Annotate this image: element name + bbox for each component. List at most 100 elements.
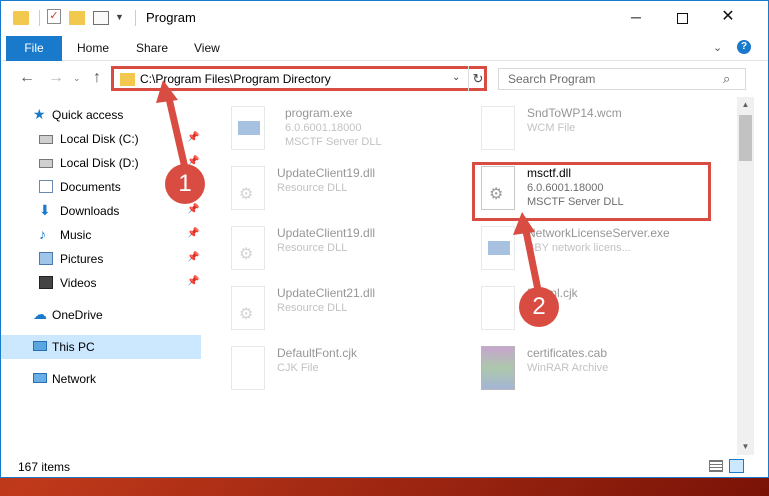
file-name: NetworkLicenseServer.exe — [527, 226, 670, 240]
file-name: SndToWP14.wcm — [527, 106, 622, 120]
sidebar-item-onedrive[interactable]: ☁ OneDrive — [1, 303, 201, 327]
gear-icon: ⚙ — [239, 186, 254, 203]
sidebar-item-this-pc[interactable]: This PC — [1, 335, 201, 359]
star-icon: ★ — [33, 106, 46, 122]
file-detail: Resource DLL — [277, 182, 348, 194]
file-name: UpdateClient19.dll — [277, 166, 376, 180]
refresh-button[interactable]: ↻ — [468, 66, 487, 91]
close-button[interactable]: ✕ — [705, 1, 751, 33]
file-detail: WinRAR Archive — [527, 362, 609, 374]
recent-locations-button[interactable]: ⌄ — [73, 73, 81, 84]
sidebar-item-label: OneDrive — [52, 308, 103, 322]
properties-check-icon[interactable]: ✓ — [47, 9, 61, 24]
sidebar-item-videos[interactable]: Videos 📌 — [1, 271, 201, 295]
sidebar-item-label: Downloads — [60, 204, 120, 218]
tab-share[interactable]: Share — [136, 36, 168, 61]
sidebar-item-label: Quick access — [52, 108, 124, 122]
network-icon — [33, 373, 47, 383]
step-callout-2: 2 — [519, 287, 559, 327]
navigation-pane: ★ Quick access Local Disk (C:) 📌 Local D… — [1, 97, 204, 455]
address-dropdown-button[interactable]: ⌄ — [452, 72, 460, 83]
pin-icon[interactable]: 📌 — [187, 204, 199, 215]
highlight-box — [472, 162, 711, 221]
sidebar-item-label: Pictures — [60, 252, 104, 266]
scroll-down-button[interactable]: ▼ — [737, 439, 754, 455]
disk-icon — [39, 135, 53, 144]
gear-icon: ⚙ — [239, 306, 254, 323]
exe-icon — [481, 226, 515, 270]
file-item[interactable]: NetworkLicenseServer.exe BBY network lic… — [481, 226, 721, 278]
file-name: UpdateClient19.dll — [277, 226, 376, 240]
downloads-icon: ⬇ — [39, 202, 51, 218]
scrollbar-thumb[interactable] — [739, 115, 752, 161]
dll-icon: ⚙ — [231, 166, 265, 210]
documents-icon — [39, 180, 53, 193]
maximize-icon — [676, 12, 688, 24]
pin-icon[interactable]: 📌 — [187, 252, 199, 263]
sidebar-item-quick-access[interactable]: ★ Quick access — [1, 103, 201, 127]
sidebar-item-downloads[interactable]: ⬇ Downloads 📌 — [1, 199, 201, 223]
address-bar[interactable]: C:\Program Files\Program Directory ⌄ ↻ — [111, 66, 487, 91]
sidebar-item-label: Documents — [60, 180, 121, 194]
navigation-bar: ← → ⌄ ↑ C:\Program Files\Program Directo… — [1, 61, 768, 97]
new-folder-icon[interactable] — [69, 11, 85, 25]
sidebar-item-pictures[interactable]: Pictures 📌 — [1, 247, 201, 271]
file-item[interactable]: fontml.cjk — [481, 286, 721, 338]
sidebar-item-local-disk-c[interactable]: Local Disk (C:) 📌 — [1, 127, 201, 151]
file-item[interactable]: ⚙ UpdateClient19.dll Resource DLL — [231, 226, 471, 278]
status-bar: 167 items — [1, 455, 768, 477]
file-name: DefaultFont.cjk — [277, 346, 358, 360]
file-detail: Resource DLL — [277, 302, 348, 314]
cloud-icon: ☁ — [33, 306, 47, 322]
back-button[interactable]: ← — [19, 69, 35, 87]
large-icons-view-icon[interactable] — [729, 459, 744, 473]
forward-button[interactable]: → — [48, 69, 64, 87]
file-item[interactable]: SndToWP14.wcm WCM File — [481, 106, 721, 158]
search-box[interactable]: ⌕ — [498, 68, 746, 90]
file-icon — [481, 286, 515, 330]
file-item[interactable]: certificates.cab WinRAR Archive — [481, 346, 721, 398]
maximize-button[interactable] — [659, 1, 705, 33]
expand-ribbon-icon[interactable]: ⌄ — [713, 41, 722, 54]
music-icon: ♪ — [39, 226, 46, 242]
item-count: 167 items — [18, 460, 71, 474]
tab-view[interactable]: View — [194, 36, 220, 61]
sidebar-item-music[interactable]: ♪ Music 📌 — [1, 223, 201, 247]
file-item[interactable]: DefaultFont.cjk CJK File — [231, 346, 471, 398]
scroll-up-button[interactable]: ▲ — [737, 97, 754, 113]
tab-file[interactable]: File — [6, 36, 62, 61]
file-item[interactable]: program.exe 6.0.6001.18000 MSCTF Server … — [231, 106, 471, 158]
step-callout-1: 1 — [165, 164, 205, 204]
sidebar-item-network[interactable]: Network — [1, 367, 201, 391]
sidebar-item-label: This PC — [52, 340, 95, 354]
details-view-icon[interactable] — [709, 460, 723, 472]
file-detail: 6.0.6001.18000 — [285, 122, 362, 134]
window-title: Program — [146, 10, 196, 25]
pictures-icon — [39, 252, 53, 265]
chevron-down-icon[interactable]: ▼ — [115, 12, 124, 28]
rar-archive-icon — [481, 346, 515, 390]
pin-icon[interactable]: 📌 — [187, 276, 199, 287]
vertical-scrollbar[interactable]: ▲ ▼ — [737, 97, 754, 455]
folder-icon[interactable] — [13, 11, 29, 25]
folder-icon — [120, 73, 135, 86]
minimize-button[interactable]: ─ — [613, 1, 659, 33]
file-list: program.exe 6.0.6001.18000 MSCTF Server … — [204, 97, 737, 455]
pin-icon[interactable]: 📌 — [187, 132, 199, 143]
file-item[interactable]: ⚙ UpdateClient19.dll Resource DLL — [231, 166, 471, 218]
file-icon — [231, 346, 265, 390]
quick-access-toolbar-icon[interactable] — [93, 11, 109, 25]
file-icon — [481, 106, 515, 150]
file-item[interactable]: ⚙ UpdateClient21.dll Resource DLL — [231, 286, 471, 338]
file-name: certificates.cab — [527, 346, 608, 360]
pin-icon[interactable]: 📌 — [187, 228, 199, 239]
tab-home[interactable]: Home — [77, 36, 109, 61]
help-icon[interactable]: ? — [737, 40, 751, 54]
search-icon[interactable]: ⌕ — [723, 71, 730, 87]
file-explorer-window: ✓ ▼ Program ─ ✕ File Home Share View ⌄ ?… — [0, 0, 769, 478]
address-path[interactable]: C:\Program Files\Program Directory — [140, 72, 331, 86]
file-detail: CJK File — [277, 362, 319, 374]
search-input[interactable] — [499, 69, 719, 89]
file-detail: WCM File — [527, 122, 576, 134]
up-button[interactable]: ↑ — [93, 69, 101, 87]
